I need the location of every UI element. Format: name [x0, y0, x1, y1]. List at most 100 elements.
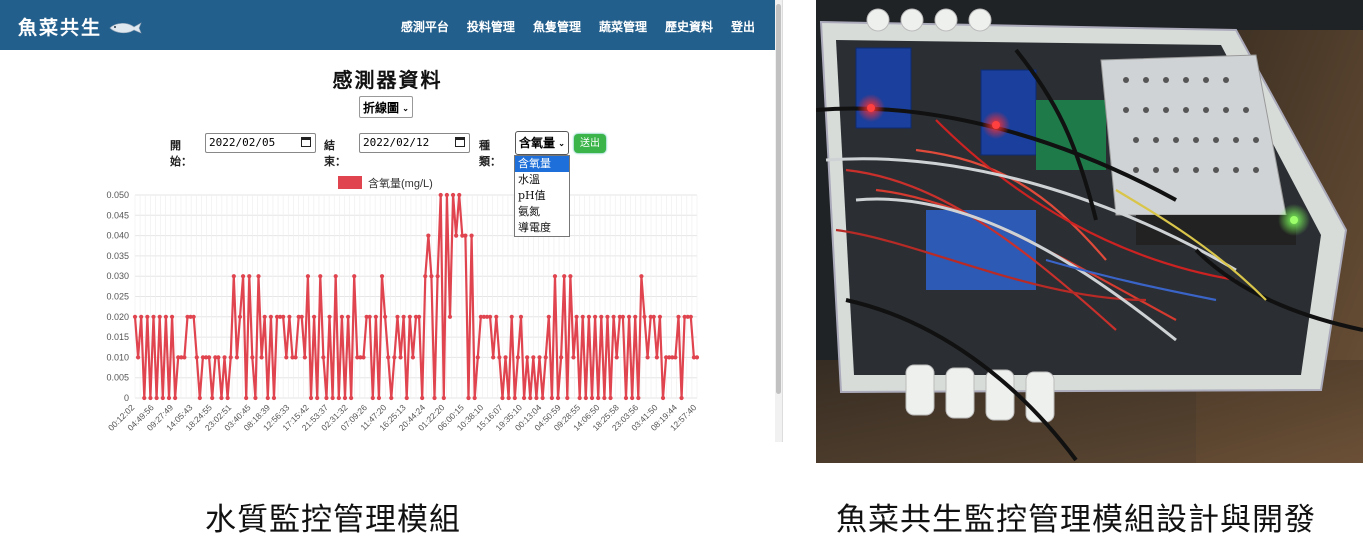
data-point	[549, 395, 554, 401]
data-point	[642, 314, 647, 319]
data-point	[416, 314, 422, 319]
dropdown-option[interactable]: 含氧量	[515, 156, 569, 172]
data-point	[367, 314, 372, 319]
data-point	[284, 355, 289, 360]
sensor-type-select[interactable]: 含氧量 ⌄	[515, 131, 569, 155]
vertical-scrollbar[interactable]	[775, 0, 782, 442]
page-title: 感測器資料	[332, 68, 443, 92]
data-point	[605, 314, 610, 319]
y-tick-label: 0.010	[106, 352, 129, 362]
end-date-label: 結束：	[324, 139, 346, 168]
end-date-input[interactable]: 2022/02/12	[359, 133, 470, 153]
data-point	[444, 192, 449, 198]
data-point	[219, 395, 224, 401]
nav-vegetables[interactable]: 蔬菜管理	[599, 18, 647, 35]
data-point	[525, 355, 530, 360]
data-point	[596, 395, 601, 401]
data-point	[194, 355, 199, 360]
data-point	[361, 355, 366, 360]
nav-sensor-platform[interactable]: 感測平台	[401, 18, 449, 35]
data-point	[311, 314, 317, 319]
dropdown-option[interactable]: 氨氮	[515, 204, 569, 220]
dropdown-option[interactable]: pH值	[515, 188, 569, 204]
data-point	[626, 314, 632, 319]
data-point	[651, 314, 656, 319]
data-point	[466, 395, 471, 401]
data-point	[339, 314, 344, 319]
nav-menu: 感測平台 投料管理 魚隻管理 蔬菜管理 歷史資料 登出	[401, 18, 755, 35]
start-date-label: 開始：	[170, 139, 192, 168]
scroll-thumb[interactable]	[776, 4, 781, 394]
chevron-down-icon: ⌄	[402, 103, 409, 113]
data-point	[543, 355, 548, 360]
data-point	[583, 395, 588, 401]
start-date-input[interactable]: 2022/02/05	[205, 133, 316, 153]
data-point	[240, 274, 246, 279]
brand-title[interactable]: 魚菜共生	[18, 13, 102, 40]
data-point	[327, 314, 332, 319]
data-point	[435, 274, 440, 279]
data-point	[197, 395, 202, 401]
data-point	[166, 395, 172, 401]
chevron-down-icon: ⌄	[558, 138, 565, 148]
data-point	[182, 355, 187, 360]
data-point	[349, 395, 354, 401]
data-point	[262, 314, 267, 319]
data-point	[592, 314, 598, 319]
data-point	[389, 395, 394, 401]
chart-type-value: 折線圖	[363, 101, 400, 115]
type-label: 種類：	[479, 139, 501, 168]
data-point	[660, 395, 666, 401]
nav-fish[interactable]: 魚隻管理	[533, 18, 581, 35]
data-point	[271, 395, 277, 401]
data-point	[450, 192, 456, 198]
data-point	[228, 355, 233, 360]
data-point	[321, 355, 326, 360]
data-point	[531, 355, 536, 360]
data-point	[457, 192, 462, 198]
data-point	[614, 355, 619, 360]
data-point	[299, 314, 304, 319]
data-point	[247, 274, 252, 279]
data-point	[250, 355, 255, 360]
data-point	[302, 355, 307, 360]
data-point	[163, 314, 168, 319]
nav-history[interactable]: 歷史資料	[665, 18, 713, 35]
nav-feeding[interactable]: 投料管理	[467, 18, 515, 35]
data-point	[494, 314, 499, 319]
data-point	[688, 314, 693, 319]
data-point	[237, 314, 243, 319]
chart-type-select[interactable]: 折線圖 ⌄	[359, 96, 413, 118]
submit-button[interactable]: 送出	[574, 134, 606, 153]
data-point	[395, 314, 400, 319]
dropdown-option[interactable]: 水溫	[515, 172, 569, 188]
data-point	[509, 314, 514, 319]
data-point	[401, 314, 406, 319]
data-point	[244, 395, 249, 401]
data-point	[623, 395, 629, 401]
data-point	[571, 355, 576, 360]
data-point	[336, 395, 341, 401]
y-tick-label: 0.050	[106, 190, 129, 200]
data-point	[173, 395, 178, 401]
nav-logout[interactable]: 登出	[731, 18, 755, 35]
dropdown-option[interactable]: 導電度	[515, 220, 569, 236]
data-point	[404, 395, 409, 401]
calendar-icon[interactable]	[455, 137, 465, 147]
data-point	[420, 395, 425, 401]
data-point	[407, 314, 412, 319]
data-point	[281, 314, 286, 319]
data-point	[580, 314, 585, 319]
y-tick-label: 0.020	[106, 312, 129, 322]
data-point	[345, 314, 351, 319]
data-point	[568, 274, 573, 279]
data-point	[608, 395, 613, 401]
data-point	[308, 395, 314, 401]
calendar-icon[interactable]	[301, 137, 311, 147]
data-point	[694, 355, 700, 360]
data-point	[555, 395, 561, 401]
data-point	[559, 355, 564, 360]
data-point	[148, 395, 153, 401]
data-point	[265, 395, 270, 401]
data-point	[447, 314, 453, 319]
